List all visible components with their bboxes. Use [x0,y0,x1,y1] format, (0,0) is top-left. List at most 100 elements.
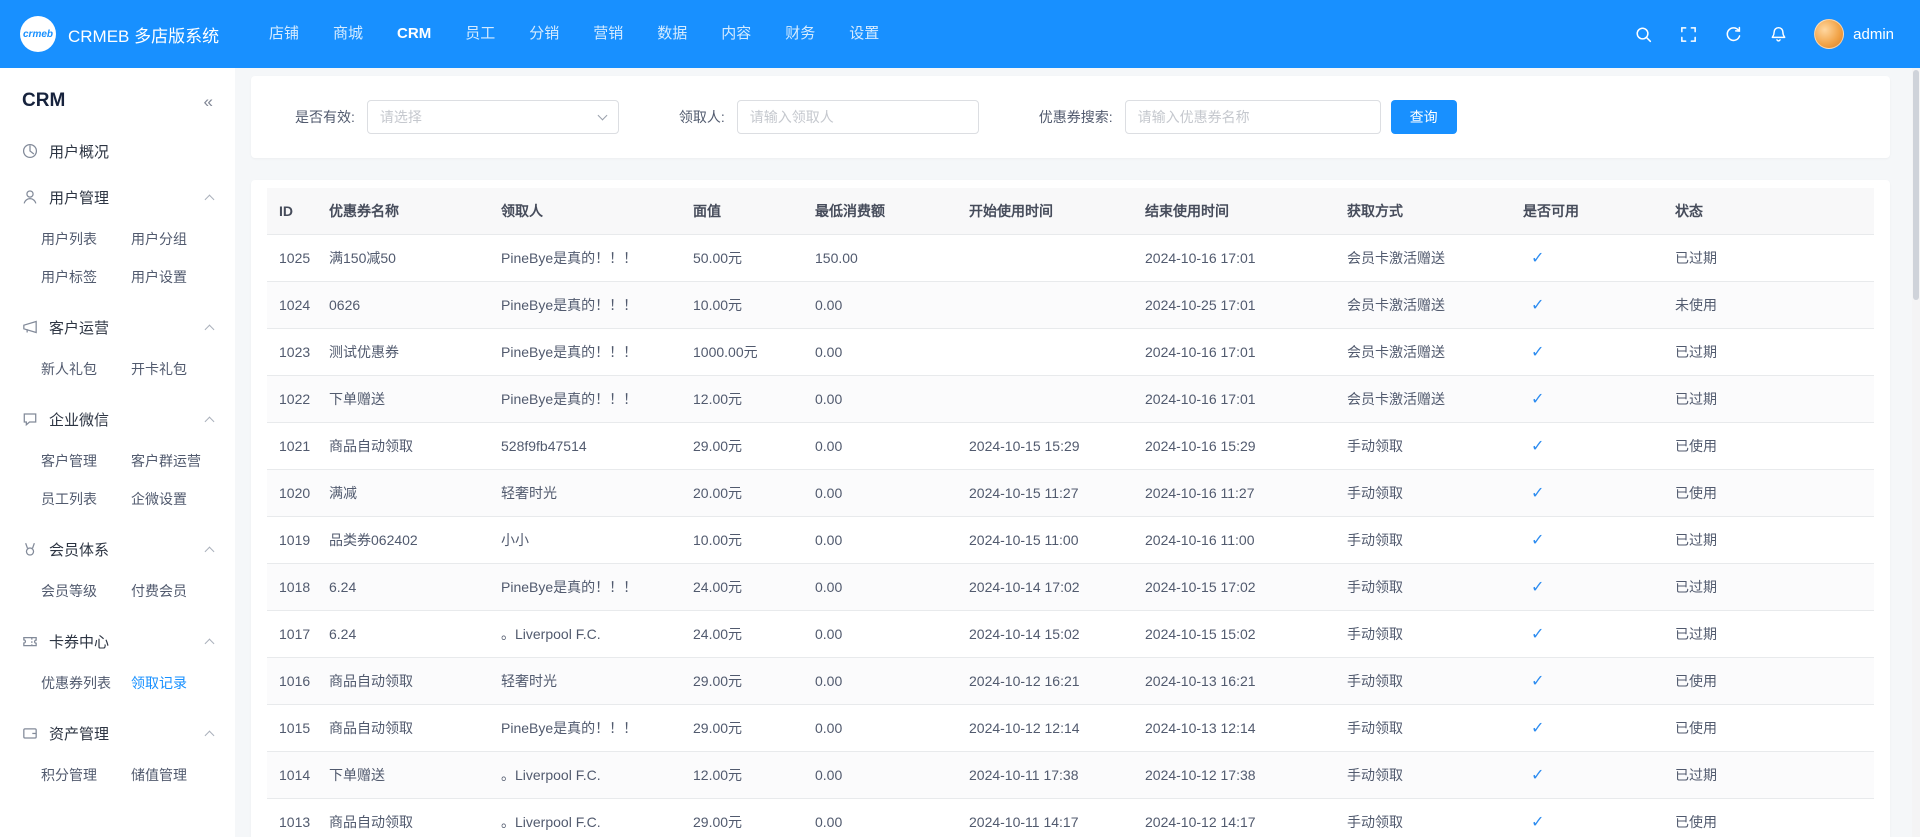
cell-available: ✓ [1511,610,1663,657]
nav-item-marketing[interactable]: 营销 [576,0,640,68]
check-icon: ✓ [1523,297,1544,314]
cell-end: 2024-10-16 11:27 [1133,469,1335,516]
cell-method: 手动领取 [1335,469,1511,516]
sidebar-item-staff-list[interactable]: 员工列表 [41,480,131,518]
user-menu[interactable]: admin [1814,19,1894,49]
sidebar-item-receive-record[interactable]: 领取记录 [131,664,221,702]
username: admin [1853,26,1894,43]
column-header: 领取人 [489,188,681,234]
cell-method: 会员卡激活赠送 [1335,281,1511,328]
column-header: ID [267,188,317,234]
sidebar-item-card-gift[interactable]: 开卡礼包 [131,350,221,388]
cell-min: 0.00 [803,328,957,375]
user-overview-icon [22,143,38,159]
filter-valid: 是否有效: 请选择 [295,100,619,134]
nav-item-data[interactable]: 数据 [640,0,704,68]
window-scrollbar[interactable] [1912,68,1920,837]
sidebar-section-customer-ops[interactable]: 客户运营 [14,304,221,350]
sidebar-item-paid-member[interactable]: 付费会员 [131,572,221,610]
sidebar-item-customer-group-ops[interactable]: 客户群运营 [131,442,221,480]
cell-value: 24.00元 [681,563,803,610]
user-icon [22,189,38,205]
cell-min: 0.00 [803,798,957,837]
nav-item-settings[interactable]: 设置 [832,0,896,68]
coupon-search-input[interactable] [1125,100,1381,134]
cell-method: 手动领取 [1335,516,1511,563]
cell-min: 0.00 [803,751,957,798]
sidebar-item-member-level[interactable]: 会员等级 [41,572,131,610]
receiver-input[interactable] [737,100,979,134]
sidebar-section-user-overview[interactable]: 用户概况 [14,128,221,174]
filter-coupon-label: 优惠券搜索: [1039,107,1113,127]
cell-available: ✓ [1511,234,1663,281]
topbar: crmeb CRMEB 多店版系统 店铺商城CRM员工分销营销数据内容财务设置 … [0,0,1920,68]
cell-available: ✓ [1511,328,1663,375]
cell-available: ✓ [1511,704,1663,751]
cell-receiver: 。Liverpool F.C. [489,751,681,798]
nav-item-content[interactable]: 内容 [704,0,768,68]
sidebar-item-stored-value[interactable]: 储值管理 [131,756,221,794]
sidebar-item-customer-manage[interactable]: 客户管理 [41,442,131,480]
sidebar-item-newcomer-gift[interactable]: 新人礼包 [41,350,131,388]
cell-available: ✓ [1511,798,1663,837]
cell-start: 2024-10-15 11:27 [957,469,1133,516]
valid-select[interactable]: 请选择 [367,100,619,134]
sidebar-item-wework-setting[interactable]: 企微设置 [131,480,221,518]
sidebar-section-card-center[interactable]: 卡券中心 [14,618,221,664]
cell-name: 品类券062402 [317,516,489,563]
cell-value: 24.00元 [681,610,803,657]
nav-item-store[interactable]: 店铺 [252,0,316,68]
table-header-row: ID优惠券名称领取人面值最低消费额开始使用时间结束使用时间获取方式是否可用状态 [267,188,1874,234]
chevron-up-icon [205,194,215,204]
cell-id: 1018 [267,563,317,610]
avatar [1814,19,1844,49]
sidebar-item-coupon-list[interactable]: 优惠券列表 [41,664,131,702]
search-icon[interactable] [1634,25,1653,44]
collapse-sidebar-icon[interactable]: « [204,93,213,110]
sidebar-section-asset[interactable]: 资产管理 [14,710,221,756]
nav-item-mall[interactable]: 商城 [316,0,380,68]
cell-id: 1017 [267,610,317,657]
sidebar-section-user-management[interactable]: 用户管理 [14,174,221,220]
crmeb-logo-icon: crmeb [20,16,56,52]
sidebar-item-user-setting[interactable]: 用户设置 [131,258,221,296]
cell-end: 2024-10-13 12:14 [1133,704,1335,751]
fullscreen-icon[interactable] [1679,25,1698,44]
scrollbar-thumb[interactable] [1913,70,1919,300]
cell-min: 0.00 [803,375,957,422]
cell-name: 测试优惠券 [317,328,489,375]
cell-status: 已过期 [1663,328,1874,375]
cell-method: 手动领取 [1335,704,1511,751]
filter-bar: 是否有效: 请选择 领取人: 优惠券搜索: 查询 [251,76,1890,158]
bell-icon[interactable] [1769,25,1788,44]
check-icon: ✓ [1523,532,1544,549]
sidebar-section-label: 客户运营 [49,317,109,338]
cell-available: ✓ [1511,563,1663,610]
coupon-record-table: ID优惠券名称领取人面值最低消费额开始使用时间结束使用时间获取方式是否可用状态 … [267,188,1874,837]
nav-item-distribution[interactable]: 分销 [512,0,576,68]
nav-item-staff[interactable]: 员工 [448,0,512,68]
cell-name: 满减 [317,469,489,516]
cell-status: 已使用 [1663,798,1874,837]
sidebar-section-label: 会员体系 [49,539,109,560]
nav-item-finance[interactable]: 财务 [768,0,832,68]
sidebar-section-wework[interactable]: 企业微信 [14,396,221,442]
cell-receiver: 。Liverpool F.C. [489,610,681,657]
cell-name: 商品自动领取 [317,657,489,704]
sidebar-section-membership[interactable]: 会员体系 [14,526,221,572]
cell-id: 1024 [267,281,317,328]
sidebar-item-user-list[interactable]: 用户列表 [41,220,131,258]
nav-item-crm[interactable]: CRM [380,0,448,68]
sidebar-item-points-manage[interactable]: 积分管理 [41,756,131,794]
cell-available: ✓ [1511,657,1663,704]
table-row: 10176.24。Liverpool F.C.24.00元0.002024-10… [267,610,1874,657]
cell-min: 0.00 [803,657,957,704]
sidebar-item-user-group[interactable]: 用户分组 [131,220,221,258]
cell-start: 2024-10-11 17:38 [957,751,1133,798]
chevron-up-icon [205,416,215,426]
menu-group-customer-ops: 客户运营新人礼包开卡礼包 [0,304,235,396]
table-row: 1019品类券062402小小10.00元0.002024-10-15 11:0… [267,516,1874,563]
search-button[interactable]: 查询 [1391,100,1457,134]
refresh-icon[interactable] [1724,25,1743,44]
sidebar-item-user-tag[interactable]: 用户标签 [41,258,131,296]
